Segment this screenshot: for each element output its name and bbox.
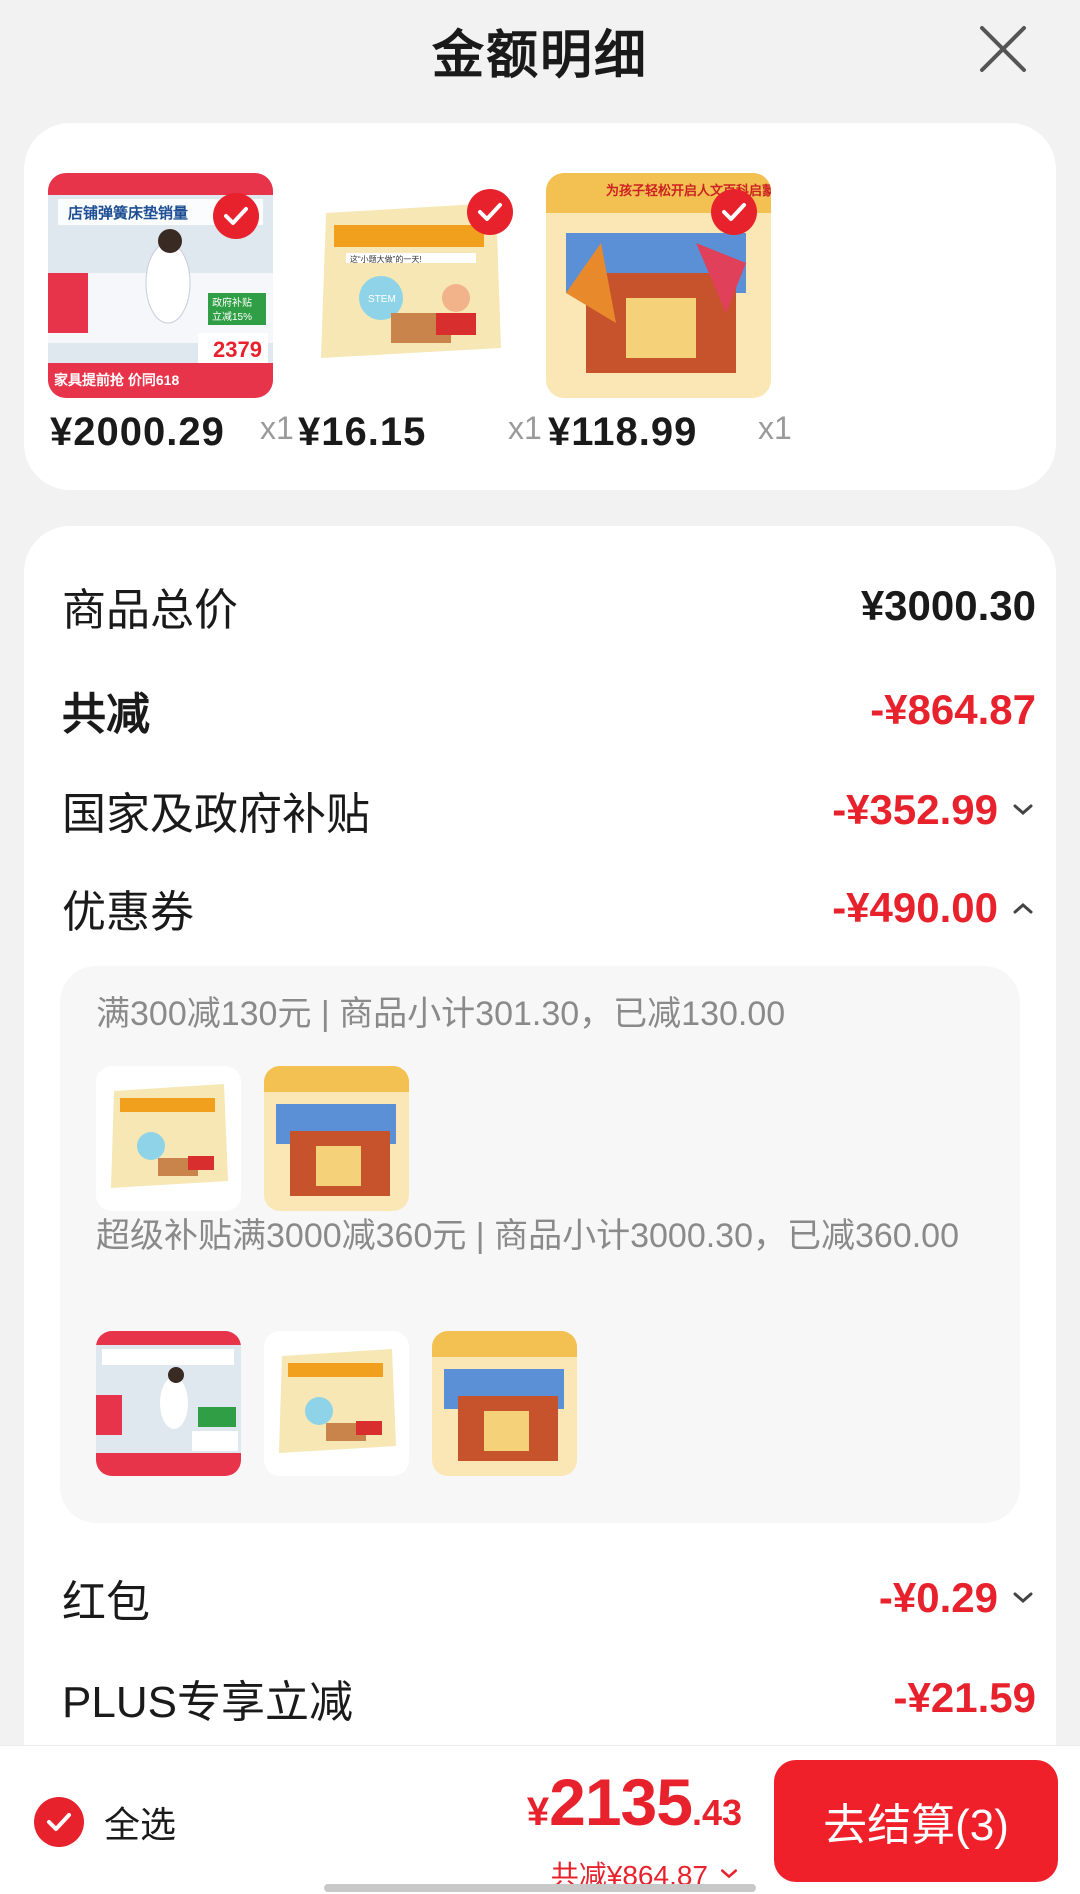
redpacket-value-wrap[interactable]: -¥0.29 bbox=[879, 1574, 1036, 1622]
chevron-down-icon[interactable] bbox=[718, 1863, 740, 1885]
chevron-down-icon[interactable] bbox=[1010, 797, 1036, 823]
subsidy-value-wrap[interactable]: -¥352.99 bbox=[832, 786, 1036, 834]
header: 金额明细 bbox=[0, 0, 1080, 100]
total-decimal: .43 bbox=[691, 1792, 742, 1833]
coupon-item-image-mattress bbox=[96, 1331, 241, 1476]
item-qty: x1 bbox=[508, 410, 542, 446]
redpacket-label: 红包 bbox=[62, 1578, 150, 1627]
product-item[interactable]: 为孩子轻松开启人文百科启蒙 ¥118.99 x1 bbox=[546, 173, 792, 464]
chevron-down-icon[interactable] bbox=[1010, 1585, 1036, 1611]
row-plus: PLUS专享立减 -¥21.59 bbox=[62, 1666, 1036, 1730]
total-integer: 2135 bbox=[549, 1765, 693, 1839]
plus-value: -¥21.59 bbox=[893, 1674, 1036, 1721]
item-qty: x1 bbox=[758, 410, 792, 446]
coupon-label: 优惠券 bbox=[62, 888, 194, 937]
coupon-detail-box: 满300减130元 | 商品小计301.30，已减130.00 超级补贴满300… bbox=[60, 966, 1020, 1523]
close-icon[interactable] bbox=[976, 22, 1030, 76]
product-image-encyclopedia: 为孩子轻松开启人文百科启蒙 bbox=[546, 173, 771, 398]
coupon-item-image-encyclopedia bbox=[432, 1331, 577, 1476]
subsidy-value: -¥352.99 bbox=[832, 786, 998, 833]
item-price: ¥2000.29 bbox=[50, 410, 225, 454]
svg-text:立减15%: 立减15% bbox=[212, 310, 252, 323]
coupon-value: -¥490.00 bbox=[832, 884, 998, 931]
product-item[interactable]: 店铺弹簧床垫销量 政府补贴 立减15% 2379 家具提前抢 价同618 ¥20… bbox=[48, 173, 294, 464]
product-image-mattress: 店铺弹簧床垫销量 政府补贴 立减15% 2379 家具提前抢 价同618 bbox=[48, 173, 273, 398]
reduce-value: -¥864.87 bbox=[870, 686, 1036, 733]
page-title: 金额明细 bbox=[431, 26, 648, 85]
final-total: ¥2135.43 bbox=[527, 1764, 742, 1840]
item-price: ¥118.99 bbox=[548, 410, 698, 454]
subsidy-label: 国家及政府补贴 bbox=[62, 790, 370, 839]
amount-detail-card: 商品总价 ¥3000.30 共减 -¥864.87 国家及政府补贴 -¥352.… bbox=[24, 526, 1056, 1826]
coupon-item-image-book bbox=[96, 1066, 241, 1211]
total-label: 商品总价 bbox=[62, 586, 238, 635]
select-all-label: 全选 bbox=[104, 1804, 177, 1845]
coupon-item-image-encyclopedia bbox=[264, 1066, 409, 1211]
selected-check-icon[interactable] bbox=[467, 189, 513, 235]
item-price: ¥16.15 bbox=[298, 410, 427, 454]
select-all-check-icon[interactable] bbox=[34, 1797, 84, 1847]
coupon-detail-1: 满300减130元 | 商品小计301.30，已减130.00 bbox=[96, 995, 786, 1033]
coupon-value-wrap[interactable]: -¥490.00 bbox=[832, 884, 1036, 932]
reduce-label: 共减 bbox=[62, 690, 150, 739]
redpacket-value: -¥0.29 bbox=[878, 1574, 998, 1621]
row-subsidy[interactable]: 国家及政府补贴 -¥352.99 bbox=[62, 778, 1036, 842]
row-total: 商品总价 ¥3000.30 bbox=[62, 574, 1036, 638]
svg-text:政府补贴: 政府补贴 bbox=[212, 296, 252, 309]
svg-text:这“小题大做”的一天!: 这“小题大做”的一天! bbox=[350, 254, 422, 264]
selected-check-icon[interactable] bbox=[711, 189, 757, 235]
coupon-item-image-book bbox=[264, 1331, 409, 1476]
svg-text:店铺弹簧床垫销量: 店铺弹簧床垫销量 bbox=[68, 204, 188, 222]
checkout-button[interactable]: 去结算(3) bbox=[774, 1760, 1058, 1882]
product-image-book: 这“小题大做”的一天! STEM bbox=[296, 173, 521, 398]
row-coupon[interactable]: 优惠券 -¥490.00 bbox=[62, 876, 1036, 940]
checkout-bar: 全选 ¥2135.43 共减¥864.87 去结算(3) bbox=[0, 1745, 1080, 1894]
svg-text:家具提前抢 价同618: 家具提前抢 价同618 bbox=[54, 372, 179, 388]
chevron-up-icon[interactable] bbox=[1010, 895, 1036, 921]
selected-check-icon[interactable] bbox=[213, 193, 259, 239]
item-qty: x1 bbox=[260, 410, 294, 446]
select-all-toggle[interactable]: 全选 bbox=[34, 1796, 176, 1848]
plus-label: PLUS专享立减 bbox=[62, 1678, 353, 1727]
row-reduce: 共减 -¥864.87 bbox=[62, 678, 1036, 742]
svg-text:2379: 2379 bbox=[213, 337, 262, 362]
product-item[interactable]: 这“小题大做”的一天! STEM ¥16.15 x1 bbox=[296, 173, 542, 464]
svg-text:STEM: STEM bbox=[368, 294, 396, 305]
home-indicator[interactable] bbox=[324, 1884, 756, 1892]
row-redpacket[interactable]: 红包 -¥0.29 bbox=[62, 1566, 1036, 1630]
coupon-detail-2: 超级补贴满3000减360元 | 商品小计3000.30，已减360.00 bbox=[96, 1217, 959, 1255]
items-card: 店铺弹簧床垫销量 政府补贴 立减15% 2379 家具提前抢 价同618 ¥20… bbox=[24, 123, 1056, 490]
total-value: ¥3000.30 bbox=[860, 582, 1036, 629]
currency-symbol: ¥ bbox=[526, 1790, 550, 1834]
